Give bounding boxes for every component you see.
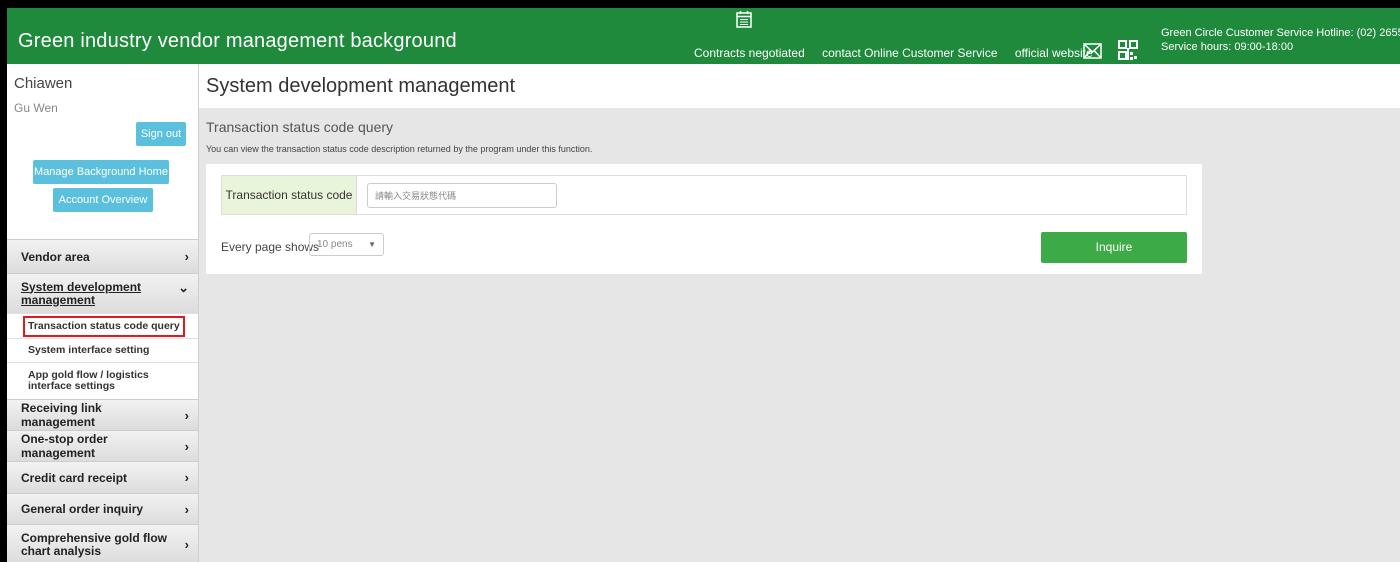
nav-general-order-inquiry[interactable]: General order inquiry › xyxy=(7,493,198,524)
user-subtitle: Gu Wen xyxy=(14,101,58,115)
nav-label: System development management xyxy=(21,279,142,307)
top-header: Green industry vendor management backgro… xyxy=(7,8,1400,64)
link-official-website[interactable]: official website xyxy=(1015,46,1093,60)
customer-service-info: Green Circle Customer Service Hotline: (… xyxy=(1161,26,1400,54)
inquire-button[interactable]: Inquire xyxy=(1041,232,1187,263)
query-row: Transaction status code xyxy=(221,175,1187,215)
page-title: System development management xyxy=(206,75,516,97)
chevron-right-icon: › xyxy=(184,501,189,517)
sidebar: Chiawen Gu Wen Sign out Manage Backgroun… xyxy=(7,64,199,562)
nav-label: Receiving link management xyxy=(21,401,102,429)
nav-label: General order inquiry xyxy=(21,502,144,516)
page: Green industry vendor management backgro… xyxy=(0,0,1400,562)
nav-label: Credit card receipt xyxy=(21,470,128,485)
sign-out-button[interactable]: Sign out xyxy=(136,122,186,146)
nav-credit-card-receipt[interactable]: Credit card receipt › xyxy=(7,461,198,493)
qr-icon[interactable] xyxy=(1117,39,1139,61)
nav-one-stop-order[interactable]: One-stop order management › xyxy=(7,430,198,461)
transaction-status-code-label: Transaction status code xyxy=(222,176,357,214)
sub-app-gold-flow[interactable]: App gold flow / logistics interface sett… xyxy=(7,362,198,399)
chevron-right-icon: › xyxy=(184,407,189,423)
app-title: Green industry vendor management backgro… xyxy=(18,30,457,52)
caret-down-icon: ▼ xyxy=(368,240,376,249)
mail-icon[interactable] xyxy=(1083,42,1102,60)
chevron-down-icon: ⌄ xyxy=(178,280,189,295)
section-description: You can view the transaction status code… xyxy=(206,144,593,154)
sub-label: Transaction status code query xyxy=(23,315,185,337)
nav-label: Comprehensive gold flow chart analysis xyxy=(21,530,168,558)
nav-system-development[interactable]: System development management ⌄ xyxy=(7,273,198,313)
sub-system-interface[interactable]: System interface setting xyxy=(7,338,198,362)
sub-label: App gold flow / logistics interface sett… xyxy=(28,369,149,392)
nav-label: One-stop order management xyxy=(21,432,108,460)
main-content: System development management Transactio… xyxy=(199,64,1400,562)
nav-receiving-link[interactable]: Receiving link management › xyxy=(7,399,198,430)
per-page-value: 10 pens xyxy=(317,239,353,250)
user-name: Chiawen xyxy=(14,75,73,92)
header-links: Contracts negotiated contact Online Cust… xyxy=(694,46,1107,60)
manage-background-home-button[interactable]: Manage Background Home xyxy=(33,160,169,184)
chevron-right-icon: › xyxy=(184,470,189,485)
sub-transaction-status-code[interactable]: Transaction status code query xyxy=(7,313,198,338)
account-overview-button[interactable]: Account Overview xyxy=(53,188,153,212)
calendar-icon[interactable] xyxy=(736,10,752,28)
sidebar-nav: Vendor area › System development managem… xyxy=(7,239,198,562)
section-title: Transaction status code query xyxy=(206,119,394,135)
nav-gold-flow-chart[interactable]: Comprehensive gold flow chart analysis › xyxy=(7,524,198,562)
sub-label: System interface setting xyxy=(28,344,150,356)
per-page-label: Every page shows xyxy=(221,240,320,254)
per-page-select[interactable]: 10 pens ▼ xyxy=(309,233,384,256)
nav-label: Vendor area xyxy=(21,249,90,264)
nav-vendor-area[interactable]: Vendor area › xyxy=(7,239,198,273)
chevron-right-icon: › xyxy=(184,438,189,454)
transaction-status-code-input[interactable] xyxy=(367,183,557,208)
link-contracts[interactable]: Contracts negotiated xyxy=(694,46,805,60)
link-online-service[interactable]: contact Online Customer Service xyxy=(822,46,997,60)
query-card: Transaction status code Every page shows… xyxy=(206,164,1202,274)
hotline-text: Green Circle Customer Service Hotline: (… xyxy=(1161,27,1400,39)
page-header: System development management xyxy=(199,64,1400,108)
service-hours: Service hours: 09:00-18:00 xyxy=(1161,41,1294,53)
chevron-right-icon: › xyxy=(184,249,189,264)
chevron-right-icon: › xyxy=(184,537,189,552)
